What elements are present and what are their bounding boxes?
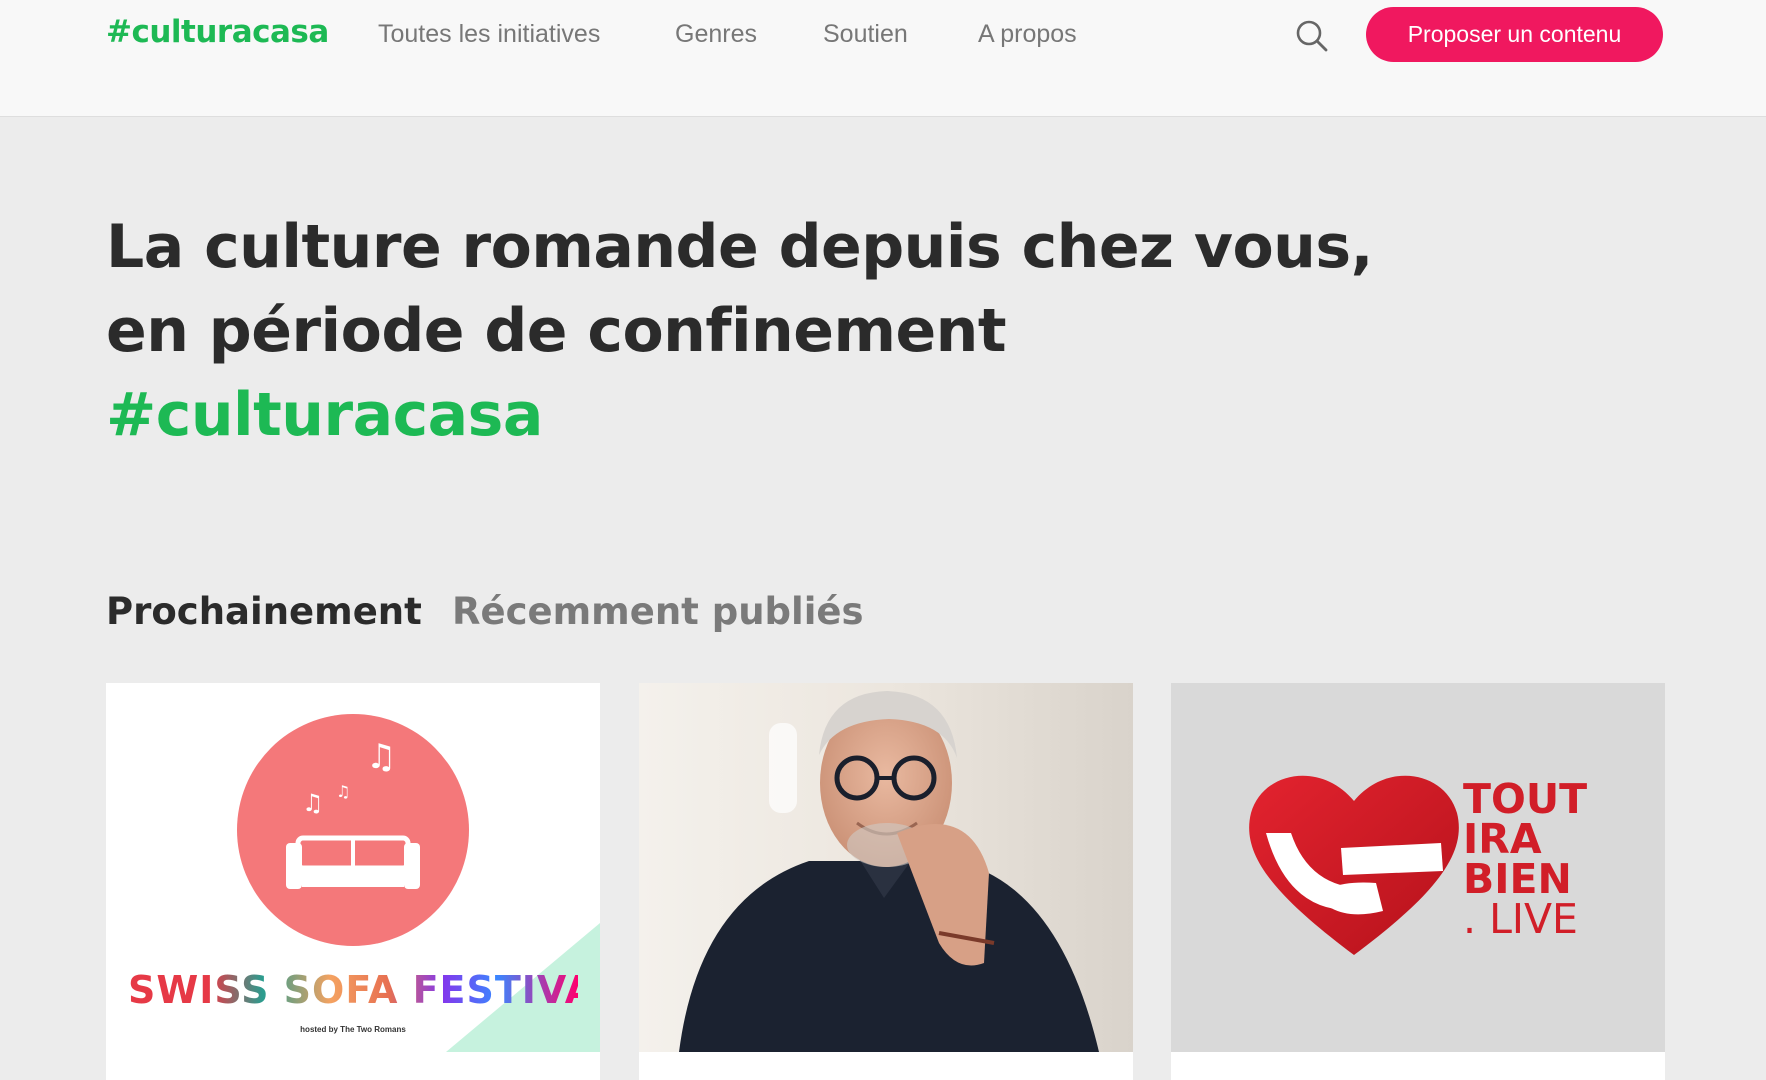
tout-ira-bien-image: TOUT IRA BIEN . LIVE	[1171, 683, 1665, 1052]
tout-ira-bien-logo: TOUT IRA BIEN . LIVE	[1463, 775, 1588, 943]
hero-line-1: La culture romande depuis chez vous,	[106, 212, 1373, 282]
top-navigation-bar: #culturacasa Toutes les initiatives Genr…	[0, 0, 1766, 117]
logo-line-live: . LIVE	[1463, 895, 1578, 943]
tab-upcoming[interactable]: Prochainement	[106, 590, 422, 633]
logo-line-bien: BIEN	[1463, 855, 1572, 903]
swiss-sofa-festival-logo-text: SWISS SOFA FESTIVAL	[128, 968, 600, 1012]
tab-recently-published[interactable]: Récemment publiés	[452, 590, 864, 633]
svg-text:♫: ♫	[366, 737, 396, 777]
initiative-card[interactable]: TOUT IRA BIEN . LIVE	[1171, 683, 1665, 1080]
swiss-sofa-festival-image: ♫ ♫ ♫ SWISS SOFA FESTIVAL hosted by The …	[106, 683, 600, 1052]
hero-heading: La culture romande depuis chez vous, en …	[106, 205, 1373, 457]
initiative-card[interactable]	[639, 683, 1133, 1080]
nav-support[interactable]: Soutien	[823, 20, 908, 49]
hero-line-2: en période de confinement	[106, 296, 1007, 366]
svg-text:♫: ♫	[302, 789, 324, 817]
logo-line-ira: IRA	[1463, 815, 1542, 863]
logo-line-tout: TOUT	[1463, 775, 1588, 823]
nav-genres[interactable]: Genres	[675, 20, 757, 49]
svg-text:♫: ♫	[336, 782, 350, 801]
nav-all-initiatives[interactable]: Toutes les initiatives	[378, 20, 600, 49]
propose-content-button[interactable]: Proposer un contenu	[1366, 7, 1663, 62]
search-icon[interactable]	[1294, 18, 1330, 54]
swiss-sofa-festival-hosted: hosted by The Two Romans	[300, 1025, 406, 1034]
site-logo[interactable]: #culturacasa	[106, 14, 329, 50]
nav-about[interactable]: A propos	[978, 20, 1077, 49]
artist-portrait-image	[639, 683, 1133, 1052]
initiative-card[interactable]: ♫ ♫ ♫ SWISS SOFA FESTIVAL hosted by The …	[106, 683, 600, 1080]
hero-hashtag: #culturacasa	[106, 380, 543, 450]
